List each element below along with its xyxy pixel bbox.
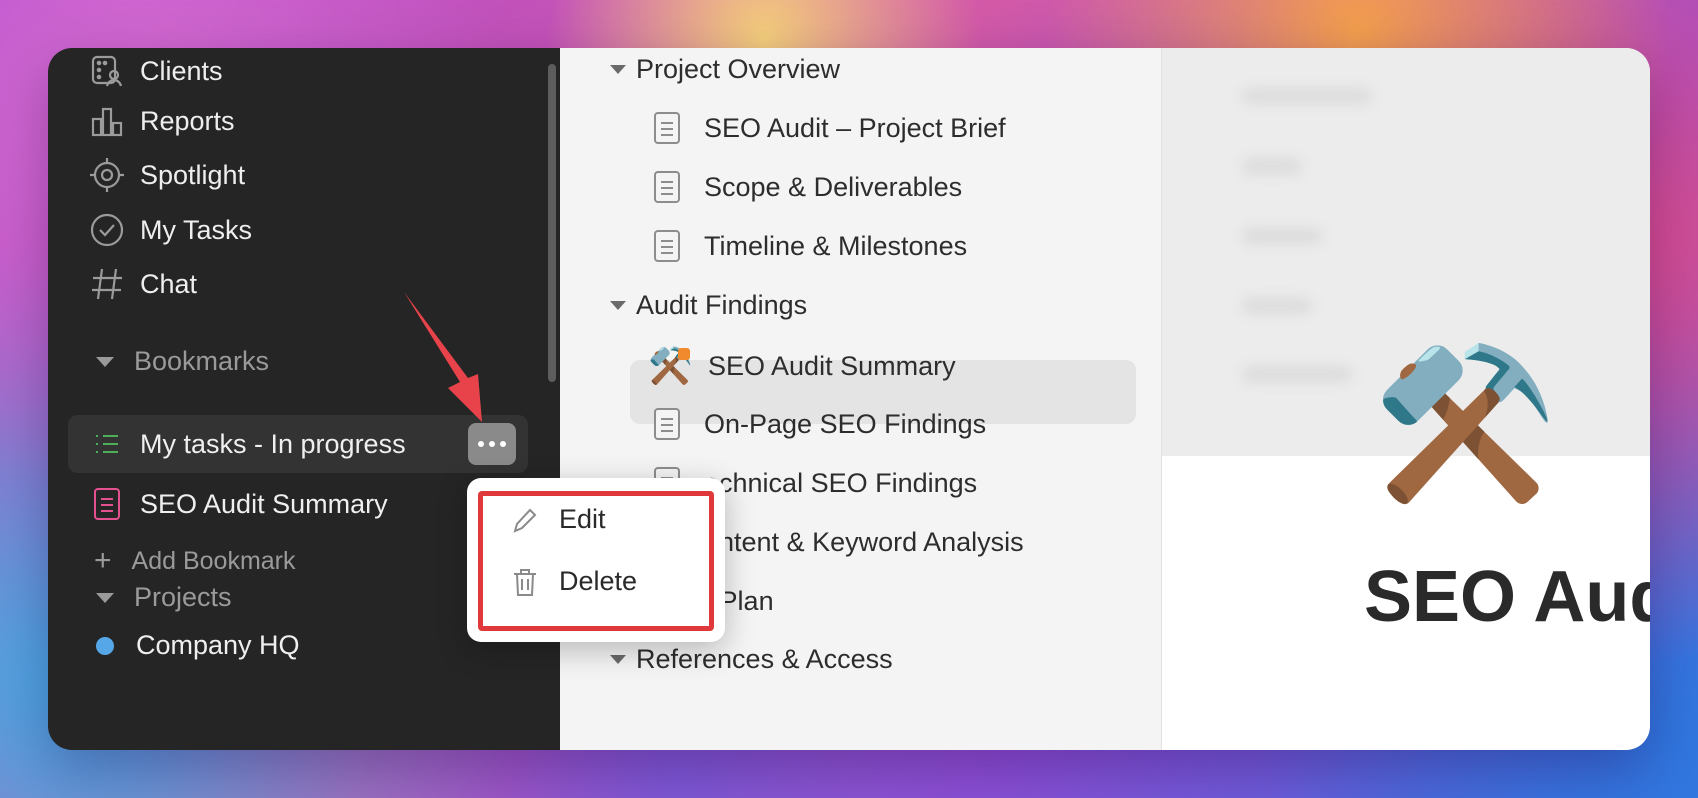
tree-group-audit-findings[interactable]: Audit Findings xyxy=(610,290,807,321)
sidebar-scrollbar[interactable] xyxy=(548,64,556,382)
bookmark-label: SEO Audit Summary xyxy=(140,488,388,519)
tree-doc-project-brief[interactable]: SEO Audit – Project Brief xyxy=(654,112,1006,144)
tree-group-project-overview[interactable]: Project Overview xyxy=(610,54,840,85)
app-window: Clients Reports Spotlight My Tasks Chat xyxy=(48,48,1650,750)
add-bookmark-button[interactable]: + Add Bookmark xyxy=(94,546,296,576)
tree-doc-label: SEO Audit Summary xyxy=(708,350,956,381)
tree-doc-label: echnical SEO Findings xyxy=(704,467,978,498)
bookmark-seo-audit-summary[interactable]: SEO Audit Summary xyxy=(68,475,528,533)
tree-doc-label: Scope & Deliverables xyxy=(704,171,963,202)
blurred-line xyxy=(1242,88,1372,104)
list-icon xyxy=(94,432,120,456)
hammer-wrench-icon: ⚒️ xyxy=(648,345,693,386)
document-icon xyxy=(654,171,680,203)
annotation-arrow-icon xyxy=(404,292,482,422)
bookmarks-section-header[interactable]: Bookmarks xyxy=(96,346,269,377)
project-color-dot xyxy=(96,636,114,655)
tree-doc-scope-deliverables[interactable]: Scope & Deliverables xyxy=(654,171,962,203)
expand-triangle-icon xyxy=(610,655,626,664)
sidebar-item-chat[interactable]: Chat xyxy=(88,259,197,309)
add-bookmark-label: Add Bookmark xyxy=(131,546,296,575)
sidebar-item-reports[interactable]: Reports xyxy=(88,96,235,146)
dot xyxy=(478,441,484,447)
dot xyxy=(500,441,506,447)
dot xyxy=(489,441,495,447)
page-preview: ⚒️ SEO Aud xyxy=(1162,48,1650,750)
tree-group-label: References & Access xyxy=(636,644,893,674)
plus-icon: + xyxy=(94,544,112,577)
target-icon xyxy=(88,156,126,194)
sidebar-item-my-tasks[interactable]: My Tasks xyxy=(88,205,252,255)
expand-triangle-icon xyxy=(610,301,626,310)
page-emoji-icon[interactable]: ⚒️ xyxy=(1372,348,1559,498)
hash-icon xyxy=(88,265,126,303)
document-icon xyxy=(654,112,680,144)
highlight-box xyxy=(478,491,714,631)
collapse-triangle-icon xyxy=(96,592,114,603)
sidebar-item-label: Spotlight xyxy=(140,159,246,190)
bar-chart-icon xyxy=(88,102,126,140)
sidebar-item-label: My Tasks xyxy=(140,214,253,245)
tree-group-label: Project Overview xyxy=(636,54,841,84)
tree-doc-on-page-seo[interactable]: On-Page SEO Findings xyxy=(654,408,986,440)
tree-group-label: Audit Findings xyxy=(636,290,808,320)
tree-doc-label: Timeline & Milestones xyxy=(704,230,968,261)
document-icon xyxy=(654,408,680,440)
collapse-triangle-icon xyxy=(96,356,114,367)
sidebar-item-label: Clients xyxy=(140,55,223,86)
document-tree: Project Overview SEO Audit – Project Bri… xyxy=(560,48,1162,750)
sidebar-item-label: Chat xyxy=(140,268,198,299)
tree-doc-label: ontent & Keyword Analysis xyxy=(704,526,1024,557)
projects-section-header[interactable]: Projects xyxy=(96,582,232,613)
tree-doc-seo-audit-summary[interactable]: ⚒️ SEO Audit Summary xyxy=(648,348,956,384)
section-title: Bookmarks xyxy=(134,346,270,376)
blurred-line xyxy=(1242,158,1302,174)
sidebar-item-label: Reports xyxy=(140,105,235,136)
blurred-line xyxy=(1242,228,1322,244)
document-icon xyxy=(654,230,680,262)
project-company-hq[interactable]: Company HQ xyxy=(96,630,300,661)
bookmark-label: My tasks - In progress xyxy=(140,428,406,459)
blurred-line xyxy=(1242,366,1352,382)
sidebar-item-clients[interactable]: Clients xyxy=(88,48,223,96)
document-icon xyxy=(94,488,120,520)
clients-icon xyxy=(88,52,126,90)
project-label: Company HQ xyxy=(136,630,300,660)
blurred-line xyxy=(1242,298,1312,314)
tree-group-references-access[interactable]: References & Access xyxy=(610,644,893,675)
tree-doc-timeline-milestones[interactable]: Timeline & Milestones xyxy=(654,230,967,262)
orange-badge xyxy=(678,348,690,360)
tree-doc-label: SEO Audit – Project Brief xyxy=(704,112,1006,143)
page-title[interactable]: SEO Aud xyxy=(1364,556,1650,638)
tree-doc-label: On-Page SEO Findings xyxy=(704,408,987,439)
section-title: Projects xyxy=(134,582,232,612)
sidebar-item-spotlight[interactable]: Spotlight xyxy=(88,150,245,200)
check-circle-icon xyxy=(88,211,126,249)
expand-triangle-icon xyxy=(610,65,626,74)
